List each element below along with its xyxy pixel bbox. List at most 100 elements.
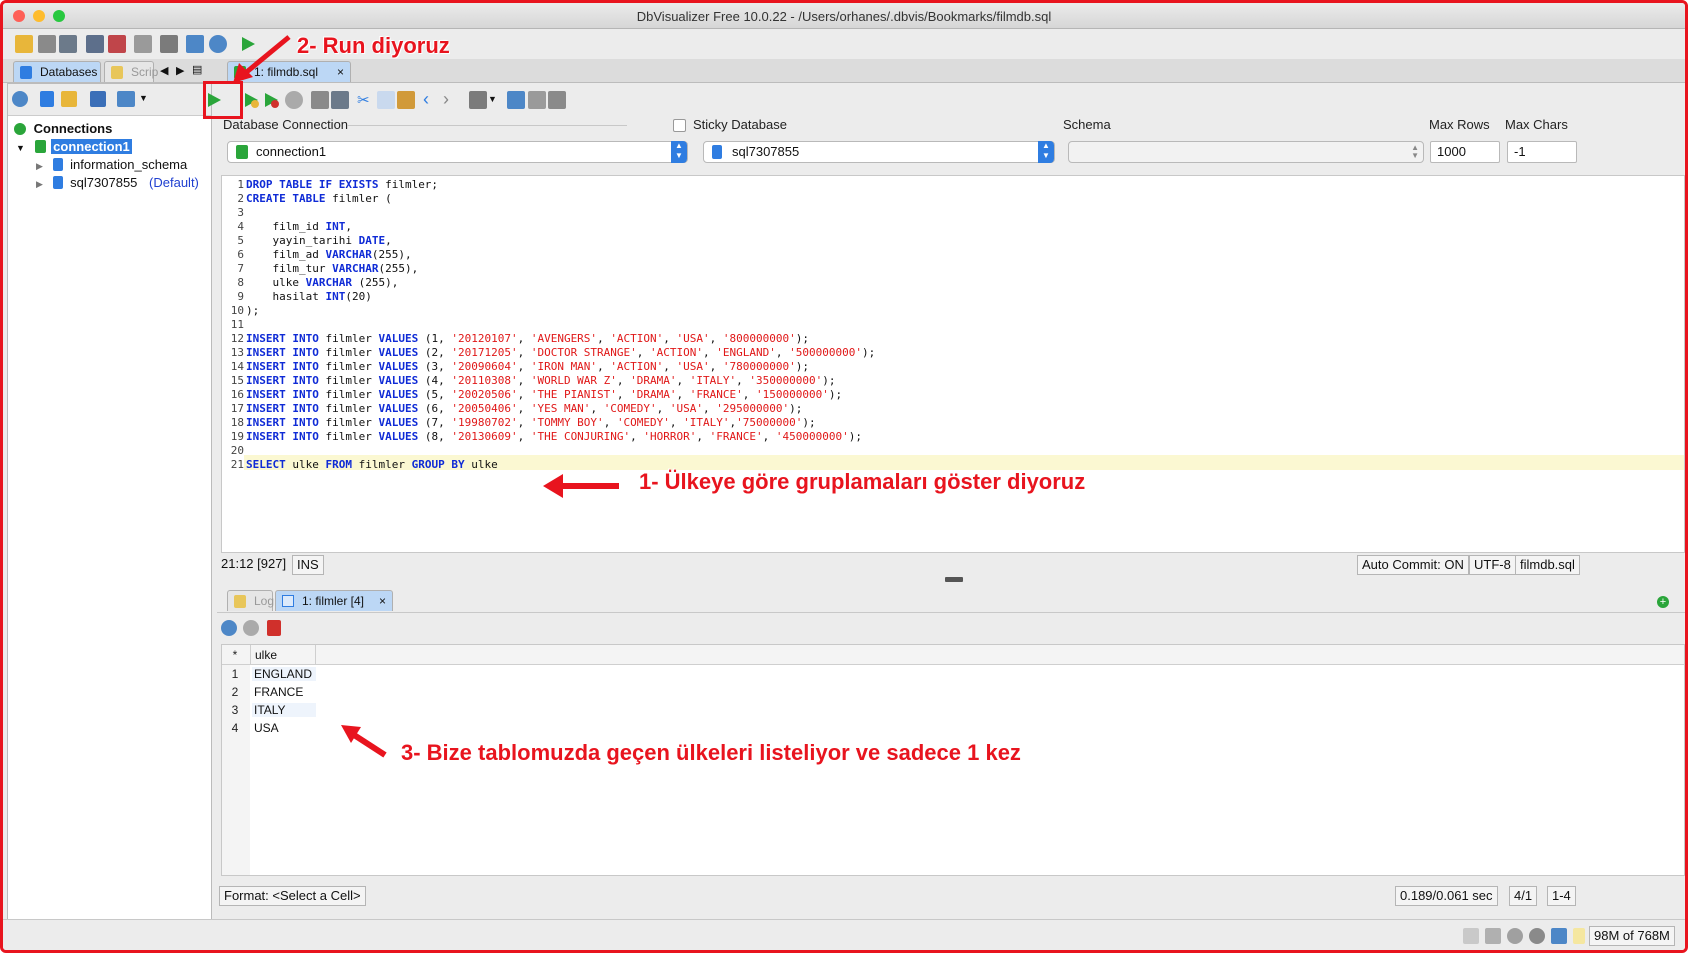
back-icon[interactable]: ‹: [423, 89, 429, 110]
add-database-icon[interactable]: [40, 91, 54, 107]
tab-scroll-right-icon[interactable]: ▶: [176, 64, 184, 77]
script-icon: [111, 66, 123, 79]
db-connection-label: Database Connection: [223, 117, 349, 132]
select-arrows-icon: ▲ ▼: [1038, 141, 1054, 163]
tree-root[interactable]: Connections: [14, 121, 112, 136]
result-tabs: Log 1: filmler [4] × +: [217, 588, 1685, 612]
tab-scripts[interactable]: Scrip: [104, 61, 158, 82]
execute-buffer-icon[interactable]: [262, 91, 280, 109]
tree-schema-information[interactable]: ▶ information_schema: [36, 157, 187, 172]
row-number[interactable]: 2: [222, 685, 248, 699]
tools-dropdown-icon[interactable]: ▼: [488, 94, 497, 104]
grid-cell[interactable]: FRANCE: [252, 685, 316, 699]
refresh-icon[interactable]: [12, 91, 28, 107]
copy-icon[interactable]: [377, 91, 395, 109]
sql-code-editor[interactable]: 1 2 3 4 5 6 7 8 9 10 11 12 13 14 15 16 17 18 19 20 21 DROP T…: [221, 175, 1685, 553]
auto-commit-status[interactable]: Auto Commit: ON: [1357, 555, 1469, 575]
file-name-status: filmdb.sql: [1515, 555, 1580, 575]
database-connection-select[interactable]: connection1 ▲ ▼: [227, 141, 688, 163]
tree-connection[interactable]: ▼ connection1: [16, 139, 132, 154]
splitter-handle[interactable]: [945, 577, 963, 582]
database-connection-value: connection1: [256, 144, 327, 159]
properties-icon[interactable]: [134, 35, 152, 53]
connections-globe-icon: [14, 123, 26, 135]
save-all-icon[interactable]: [59, 35, 77, 53]
collapse-arrow-icon[interactable]: ▶: [36, 161, 43, 171]
database-icon: [20, 66, 32, 79]
open-folder-icon[interactable]: [15, 35, 33, 53]
tab-databases-label: Databases: [40, 65, 98, 79]
tab-list-icon[interactable]: ▤: [192, 63, 202, 76]
monitor-icon[interactable]: [209, 35, 227, 53]
list-icon[interactable]: [1485, 928, 1501, 944]
tree-schema-label: information_schema: [70, 157, 188, 172]
execute-current-icon[interactable]: [242, 91, 260, 109]
disconnect-icon[interactable]: [108, 35, 126, 53]
editor-tools-icon[interactable]: [469, 91, 487, 109]
cancel-icon[interactable]: [1529, 928, 1545, 944]
line-number: 13: [230, 346, 244, 359]
stop-icon[interactable]: [285, 91, 303, 109]
sticky-database-checkbox[interactable]: [673, 119, 686, 132]
window-icon[interactable]: [1463, 928, 1479, 944]
result-stop-icon[interactable]: [243, 620, 259, 636]
code-line-13: INSERT INTO filmler VALUES (2, '20171205…: [246, 346, 876, 359]
memory-bar: [1573, 928, 1585, 944]
tab-result-filmler[interactable]: 1: filmler [4] ×: [275, 590, 393, 611]
collapse-arrow-icon[interactable]: ▶: [36, 179, 43, 189]
code-line-6: film_ad VARCHAR(255),: [246, 248, 412, 261]
database-select[interactable]: sql7307855 ▲ ▼: [703, 141, 1055, 163]
schema-select[interactable]: ▲ ▼: [1068, 141, 1424, 163]
grid-cell[interactable]: USA: [252, 721, 316, 735]
annotation-arrow-result: [341, 725, 387, 758]
code-line-14: INSERT INTO filmler VALUES (3, '20090604…: [246, 360, 810, 373]
table-icon[interactable]: [186, 35, 204, 53]
sync-icon[interactable]: [1507, 928, 1523, 944]
divider: [347, 125, 627, 126]
max-chars-input[interactable]: -1: [1507, 141, 1577, 163]
line-number: 14: [230, 360, 244, 373]
add-folder-icon[interactable]: [61, 91, 77, 107]
editor-save-icon[interactable]: [311, 91, 329, 109]
result-export-icon[interactable]: [267, 620, 281, 636]
tab-scroll-left-icon[interactable]: ◀: [160, 64, 168, 77]
export-icon[interactable]: [548, 91, 566, 109]
grid-corner[interactable]: *: [222, 648, 248, 662]
cut-icon[interactable]: ✂: [357, 91, 375, 109]
line-number: 3: [237, 206, 244, 219]
connect-icon[interactable]: [86, 35, 104, 53]
close-tab-icon[interactable]: ×: [337, 62, 344, 83]
grid-cell[interactable]: ENGLAND: [252, 667, 316, 681]
grid-cell[interactable]: ITALY: [252, 703, 316, 717]
split-icon[interactable]: [528, 91, 546, 109]
code-line-17: INSERT INTO filmler VALUES (6, '20050406…: [246, 402, 803, 415]
tools-icon[interactable]: [160, 35, 178, 53]
code-line-1: DROP TABLE IF EXISTS filmler;: [246, 178, 439, 191]
save-icon[interactable]: [38, 35, 56, 53]
filter-icon[interactable]: [117, 91, 135, 107]
row-number[interactable]: 3: [222, 703, 248, 717]
layout-icon[interactable]: [507, 91, 525, 109]
forward-icon[interactable]: ›: [443, 89, 449, 110]
expand-arrow-icon[interactable]: ▼: [16, 143, 25, 153]
result-refresh-icon[interactable]: [221, 620, 237, 636]
tree-schema-default[interactable]: ▶ sql7307855 (Default): [36, 175, 199, 190]
row-number[interactable]: 4: [222, 721, 248, 735]
code-line-19: INSERT INTO filmler VALUES (8, '20130609…: [246, 430, 862, 443]
garbage-collect-icon[interactable]: [1551, 928, 1567, 944]
max-rows-input[interactable]: 1000: [1430, 141, 1500, 163]
paste-icon[interactable]: [397, 91, 415, 109]
filter-dropdown-icon[interactable]: ▼: [139, 93, 148, 103]
editor-save-as-icon[interactable]: [331, 91, 349, 109]
insert-mode: INS: [292, 555, 324, 575]
add-result-icon[interactable]: +: [1657, 596, 1669, 608]
connection-icon: [34, 140, 46, 153]
tab-databases[interactable]: Databases: [13, 61, 101, 82]
line-number: 6: [237, 248, 244, 261]
column-header-ulke[interactable]: ulke: [250, 645, 316, 665]
collapse-icon[interactable]: [90, 91, 106, 107]
line-number: 21: [230, 458, 244, 471]
tab-log[interactable]: Log: [227, 590, 274, 611]
row-number[interactable]: 1: [222, 667, 248, 681]
